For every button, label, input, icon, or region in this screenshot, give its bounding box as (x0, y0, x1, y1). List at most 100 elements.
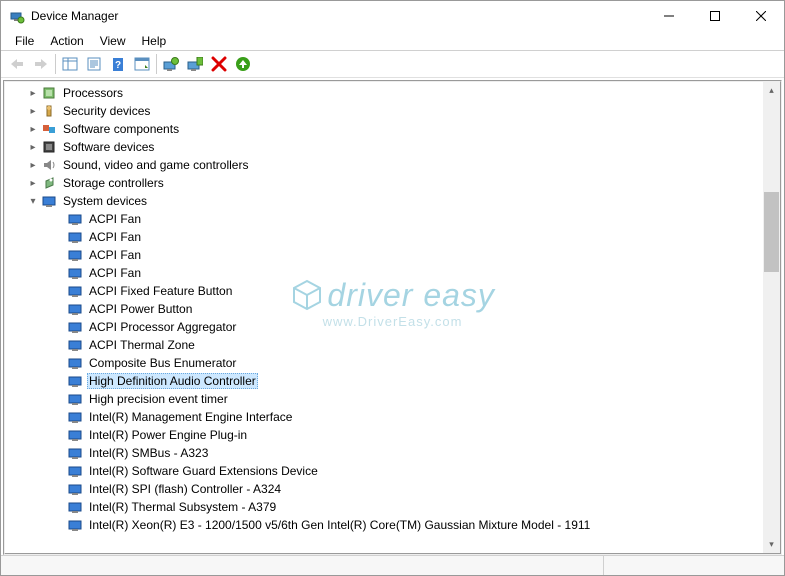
sys-icon (67, 265, 83, 281)
sys-icon (67, 391, 83, 407)
tree-device[interactable]: High Definition Audio Controller (5, 372, 763, 390)
sys-icon (67, 319, 83, 335)
sec-icon (41, 103, 57, 119)
status-pane-right (604, 556, 784, 575)
device-label: Intel(R) SPI (flash) Controller - A324 (87, 481, 283, 497)
tree-device[interactable]: ACPI Thermal Zone (5, 336, 763, 354)
menu-bar: File Action View Help (1, 31, 784, 50)
chevron-right-icon[interactable]: ▸ (27, 124, 39, 135)
category-label: Storage controllers (61, 175, 166, 191)
tree-category[interactable]: ▸ Storage controllers (5, 174, 763, 192)
menu-action[interactable]: Action (42, 33, 91, 49)
stor-icon (41, 175, 57, 191)
device-label: High Definition Audio Controller (87, 373, 258, 389)
scroll-down-button[interactable]: ▾ (763, 536, 780, 553)
device-label: Intel(R) Management Engine Interface (87, 409, 294, 425)
chevron-right-icon[interactable]: ▸ (27, 142, 39, 153)
close-button[interactable] (738, 1, 784, 31)
vertical-scrollbar[interactable]: ▴ ▾ (763, 82, 780, 553)
tree-category[interactable]: ▾ System devices (5, 192, 763, 210)
sys-icon (67, 499, 83, 515)
tree-category[interactable]: ▸ Software components (5, 120, 763, 138)
chevron-right-icon[interactable]: ▸ (27, 160, 39, 171)
tree-wrapper: ▸ Processors ▸ Security devices ▸ Software co… (5, 82, 780, 553)
tree-device[interactable]: High precision event timer (5, 390, 763, 408)
show-hide-console-tree-button[interactable] (58, 53, 82, 75)
help-button[interactable]: ? (106, 53, 130, 75)
sys-icon (67, 211, 83, 227)
tree-device[interactable]: Intel(R) Software Guard Extensions Devic… (5, 462, 763, 480)
chevron-right-icon[interactable]: ▸ (27, 106, 39, 117)
device-label: High precision event timer (87, 391, 230, 407)
content-border: ▸ Processors ▸ Security devices ▸ Software co… (3, 80, 782, 555)
tree-category[interactable]: ▸ Processors (5, 84, 763, 102)
chevron-down-icon[interactable]: ▾ (27, 196, 39, 207)
title-bar: Device Manager (1, 1, 784, 31)
forward-button[interactable] (29, 53, 53, 75)
scrollbar-thumb[interactable] (764, 192, 779, 272)
device-label: ACPI Fan (87, 229, 143, 245)
category-label: Processors (61, 85, 125, 101)
category-label: System devices (61, 193, 149, 209)
sys-icon (67, 301, 83, 317)
tree-device[interactable]: ACPI Fixed Feature Button (5, 282, 763, 300)
menu-file[interactable]: File (7, 33, 42, 49)
scan-hardware-button[interactable] (231, 53, 255, 75)
update-driver-button[interactable] (159, 53, 183, 75)
tree-device[interactable]: ACPI Fan (5, 246, 763, 264)
sys-icon (67, 463, 83, 479)
device-label: ACPI Processor Aggregator (87, 319, 238, 335)
status-bar (1, 555, 784, 575)
tree-device[interactable]: Composite Bus Enumerator (5, 354, 763, 372)
device-label: Intel(R) Thermal Subsystem - A379 (87, 499, 278, 515)
minimize-button[interactable] (646, 1, 692, 31)
toolbar-separator (55, 54, 56, 74)
tree-device[interactable]: Intel(R) Management Engine Interface (5, 408, 763, 426)
category-label: Security devices (61, 103, 152, 119)
tree-device[interactable]: ACPI Power Button (5, 300, 763, 318)
snd-icon (41, 157, 57, 173)
tree-device[interactable]: Intel(R) Xeon(R) E3 - 1200/1500 v5/6th G… (5, 516, 763, 534)
device-label: Intel(R) Power Engine Plug-in (87, 427, 249, 443)
category-label: Software devices (61, 139, 156, 155)
tree-category[interactable]: ▸Sound, video and game controllers (5, 156, 763, 174)
back-button[interactable] (5, 53, 29, 75)
chevron-right-icon[interactable]: ▸ (27, 88, 39, 99)
disable-device-button[interactable] (207, 53, 231, 75)
swd-icon (41, 139, 57, 155)
scroll-up-button[interactable]: ▴ (763, 82, 780, 99)
sys-icon (67, 247, 83, 263)
device-label: Intel(R) SMBus - A323 (87, 445, 210, 461)
tree-category[interactable]: ▸ Security devices (5, 102, 763, 120)
uninstall-device-button[interactable] (183, 53, 207, 75)
sys-icon (67, 427, 83, 443)
device-label: ACPI Fixed Feature Button (87, 283, 234, 299)
tree-device[interactable]: ACPI Processor Aggregator (5, 318, 763, 336)
toolbar-separator (156, 54, 157, 74)
tree-device[interactable]: ACPI Fan (5, 264, 763, 282)
chevron-right-icon[interactable]: ▸ (27, 178, 39, 189)
properties-button[interactable] (82, 53, 106, 75)
sys-icon (67, 373, 83, 389)
action-button[interactable] (130, 53, 154, 75)
sys-icon (41, 193, 57, 209)
device-label: Composite Bus Enumerator (87, 355, 238, 371)
tree-device[interactable]: ACPI Fan (5, 210, 763, 228)
sys-icon (67, 445, 83, 461)
cpu-icon (41, 85, 57, 101)
tree-device[interactable]: Intel(R) Thermal Subsystem - A379 (5, 498, 763, 516)
tree-device[interactable]: Intel(R) Power Engine Plug-in (5, 426, 763, 444)
tree-device[interactable]: Intel(R) SMBus - A323 (5, 444, 763, 462)
tree-device[interactable]: Intel(R) SPI (flash) Controller - A324 (5, 480, 763, 498)
menu-help[interactable]: Help (134, 33, 175, 49)
category-label: Software components (61, 121, 181, 137)
sys-icon (67, 481, 83, 497)
status-pane-left (1, 556, 604, 575)
maximize-button[interactable] (692, 1, 738, 31)
device-tree[interactable]: ▸ Processors ▸ Security devices ▸ Software co… (5, 82, 780, 553)
sys-icon (67, 337, 83, 353)
sys-icon (67, 283, 83, 299)
menu-view[interactable]: View (92, 33, 134, 49)
tree-device[interactable]: ACPI Fan (5, 228, 763, 246)
tree-category[interactable]: ▸ Software devices (5, 138, 763, 156)
